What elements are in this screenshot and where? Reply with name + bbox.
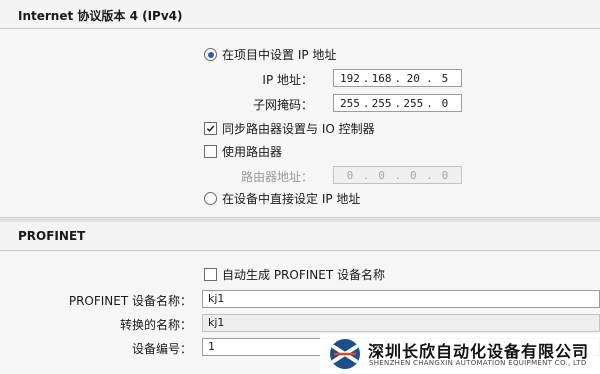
ipv4-section-header: Internet 协议版本 4 (IPv4)	[0, 0, 600, 29]
router-address-field: 0. 0. 0. 0	[333, 166, 462, 184]
subnet-octet-1[interactable]: 255	[339, 97, 361, 110]
auto-generate-name-label: 自动生成 PROFINET 设备名称	[222, 268, 385, 282]
radio-set-ip-on-device[interactable]: 在设备中直接设定 IP 地址	[204, 190, 360, 207]
ip-octet-1[interactable]: 192	[339, 72, 361, 85]
converted-name-label: 转换的名称：	[119, 318, 192, 332]
company-logo-icon	[330, 339, 360, 369]
ip-address-label: IP 地址：	[262, 73, 313, 87]
subnet-mask-label: 子网掩码：	[252, 98, 313, 112]
checkmark-icon	[206, 125, 215, 132]
radio-unselected-indicator	[204, 192, 217, 205]
ip-octet-3[interactable]: 20	[402, 72, 424, 85]
auto-generate-name-checkbox[interactable]: 自动生成 PROFINET 设备名称	[204, 266, 385, 283]
radio-set-ip-in-project-label: 在项目中设置 IP 地址	[222, 48, 337, 62]
checkbox-box-unchecked	[204, 268, 217, 281]
ip-address-field[interactable]: 192. 168. 20. 5	[333, 69, 462, 87]
profinet-section-header: PROFINET	[0, 222, 600, 251]
router-octet-2: 0	[378, 168, 385, 182]
subnet-octet-4[interactable]: 0	[434, 97, 456, 110]
router-octet-1: 0	[346, 168, 354, 182]
router-octet-4: 0	[441, 168, 449, 182]
subnet-octet-3[interactable]: 255	[402, 97, 424, 110]
ip-octet-2[interactable]: 168	[371, 72, 393, 85]
radio-selected-indicator	[204, 48, 217, 61]
ipv4-section-body: 在项目中设置 IP 地址 IP 地址： 192. 168. 20. 5 子网掩码…	[0, 29, 600, 217]
checkbox-box-unchecked	[204, 145, 217, 158]
converted-name-field: kj1	[202, 314, 600, 332]
device-name-input[interactable]: kj1	[202, 290, 600, 308]
use-router-checkbox[interactable]: 使用路由器	[204, 143, 282, 160]
sync-router-checkbox[interactable]: 同步路由器设置与 IO 控制器	[204, 120, 375, 137]
sync-router-label: 同步路由器设置与 IO 控制器	[222, 122, 375, 136]
ip-octet-4[interactable]: 5	[434, 72, 456, 85]
profinet-section-title: PROFINET	[18, 229, 86, 243]
device-name-label: PROFINET 设备名称：	[68, 294, 192, 308]
ipv4-section-title: Internet 协议版本 4 (IPv4)	[18, 9, 183, 23]
subnet-octet-2[interactable]: 255	[371, 97, 393, 110]
router-address-label: 路由器地址：	[240, 170, 313, 184]
router-octet-3: 0	[409, 168, 417, 182]
radio-set-ip-in-project[interactable]: 在项目中设置 IP 地址	[204, 46, 336, 63]
radio-set-ip-on-device-label: 在设备中直接设定 IP 地址	[222, 192, 361, 206]
device-number-label: 设备编号：	[131, 342, 192, 356]
subnet-mask-field[interactable]: 255. 255. 255. 0	[333, 94, 462, 112]
use-router-label: 使用路由器	[222, 145, 283, 159]
checkbox-box-checked	[204, 122, 217, 135]
company-watermark: 深圳长欣自动化设备有限公司 SHENZHEN CHANGXIN AUTOMATI…	[320, 334, 600, 374]
watermark-company-name-en: SHENZHEN CHANGXIN AUTOMATION EQUIPMENT C…	[369, 359, 587, 367]
